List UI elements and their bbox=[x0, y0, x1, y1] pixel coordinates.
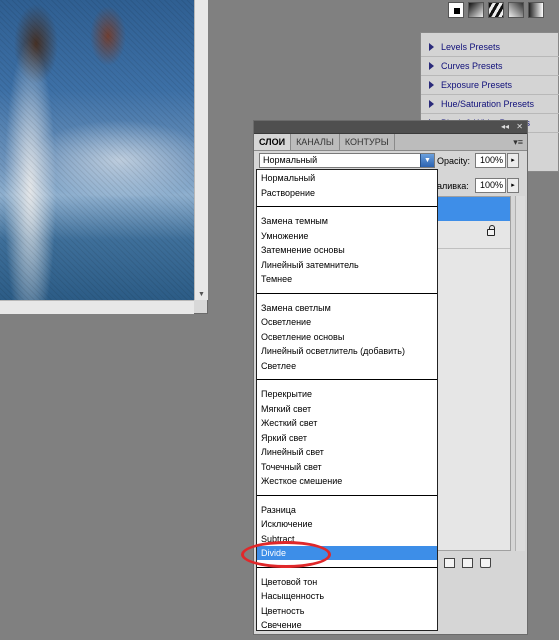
blend-mode-option[interactable]: Цветность bbox=[257, 604, 437, 618]
preset-levels[interactable]: Levels Presets bbox=[421, 37, 559, 57]
blend-mode-option[interactable]: Светлее bbox=[257, 359, 437, 373]
opacity-arrow-icon[interactable]: ▸ bbox=[507, 153, 519, 168]
blend-mode-option[interactable]: Нормальный bbox=[257, 171, 437, 185]
blend-mode-value: Нормальный bbox=[263, 155, 318, 165]
expand-triangle-icon bbox=[429, 99, 434, 108]
gradient-icon[interactable] bbox=[528, 2, 544, 18]
collapse-icon[interactable]: ◂◂ bbox=[501, 121, 509, 133]
preset-exposure[interactable]: Exposure Presets bbox=[421, 75, 559, 95]
menu-separator bbox=[257, 379, 437, 380]
vertical-scrollbar[interactable]: ▼ bbox=[194, 0, 208, 300]
blend-mode-option[interactable]: Насыщенность bbox=[257, 589, 437, 603]
tab-layers[interactable]: СЛОИ bbox=[254, 134, 292, 150]
blend-mode-option[interactable]: Осветление bbox=[257, 315, 437, 329]
blend-mode-select[interactable]: Нормальный ▼ bbox=[259, 153, 435, 168]
chevron-down-icon[interactable]: ▼ bbox=[420, 154, 434, 167]
blend-mode-option[interactable]: Темнее bbox=[257, 272, 437, 286]
trash-icon[interactable] bbox=[480, 558, 491, 568]
panel-tabs: СЛОИ КАНАЛЫ КОНТУРЫ bbox=[254, 134, 527, 151]
document-window: ▼ bbox=[0, 0, 208, 314]
gradient-stripe-icon[interactable] bbox=[488, 2, 504, 18]
expand-triangle-icon bbox=[429, 80, 434, 89]
blend-mode-option[interactable]: Жесткий свет bbox=[257, 416, 437, 430]
blend-mode-option[interactable]: Затемнение основы bbox=[257, 243, 437, 257]
tab-paths[interactable]: КОНТУРЫ bbox=[340, 134, 395, 150]
blend-mode-option[interactable]: Свечение bbox=[257, 618, 437, 632]
menu-separator bbox=[257, 206, 437, 207]
lock-icon bbox=[487, 225, 495, 236]
blend-mode-option[interactable]: Перекрытие bbox=[257, 387, 437, 401]
blend-mode-option[interactable]: Точечный свет bbox=[257, 460, 437, 474]
blend-mode-option[interactable]: Замена темным bbox=[257, 214, 437, 228]
layer-row[interactable] bbox=[438, 221, 510, 249]
blend-mode-option[interactable]: Разница bbox=[257, 503, 437, 517]
expand-triangle-icon bbox=[429, 42, 434, 51]
fill-label: аливка: bbox=[437, 181, 469, 191]
panel-title-bar[interactable]: ◂◂ ✕ bbox=[254, 121, 527, 134]
fill-arrow-icon[interactable]: ▸ bbox=[507, 178, 519, 193]
blend-mode-option[interactable]: Замена светлым bbox=[257, 301, 437, 315]
scroll-down-icon[interactable]: ▼ bbox=[198, 291, 205, 298]
gradient-icon[interactable] bbox=[508, 2, 524, 18]
canvas-image[interactable] bbox=[0, 0, 194, 300]
preset-curves[interactable]: Curves Presets bbox=[421, 56, 559, 76]
highlight-annotation bbox=[241, 541, 331, 568]
blend-mode-option[interactable]: Линейный осветлитель (добавить) bbox=[257, 344, 437, 358]
blend-mode-option[interactable]: Яркий свет bbox=[257, 431, 437, 445]
mask-icon[interactable] bbox=[448, 2, 464, 18]
opacity-field[interactable]: 100% bbox=[475, 153, 506, 168]
layers-scrollbar[interactable] bbox=[515, 196, 525, 551]
blend-mode-option[interactable]: Жесткое смешение bbox=[257, 474, 437, 488]
adjustment-icon-strip bbox=[448, 2, 544, 20]
new-layer-icon[interactable] bbox=[462, 558, 473, 568]
folder-icon[interactable] bbox=[444, 558, 455, 568]
close-icon[interactable]: ✕ bbox=[516, 121, 523, 133]
layers-footer bbox=[444, 558, 491, 568]
preset-hue-saturation[interactable]: Hue/Saturation Presets bbox=[421, 94, 559, 114]
blend-mode-option[interactable]: Цветовой тон bbox=[257, 575, 437, 589]
layer-row[interactable] bbox=[438, 197, 510, 221]
blend-mode-option[interactable]: Умножение bbox=[257, 229, 437, 243]
menu-separator bbox=[257, 494, 437, 496]
menu-separator bbox=[257, 292, 437, 294]
fill-field[interactable]: 100% bbox=[475, 178, 506, 193]
gradient-icon[interactable] bbox=[468, 2, 484, 18]
layers-list bbox=[437, 196, 511, 551]
blend-mode-option[interactable]: Осветление основы bbox=[257, 330, 437, 344]
expand-triangle-icon bbox=[429, 61, 434, 70]
tab-channels[interactable]: КАНАЛЫ bbox=[291, 134, 340, 150]
blend-mode-option[interactable]: Исключение bbox=[257, 517, 437, 531]
panel-menu-icon[interactable]: ▾≡ bbox=[513, 134, 523, 150]
blend-mode-option[interactable]: Линейный затемнитель bbox=[257, 258, 437, 272]
horizontal-scrollbar[interactable] bbox=[0, 300, 194, 314]
blend-mode-option[interactable]: Мягкий свет bbox=[257, 402, 437, 416]
opacity-label: Opacity: bbox=[437, 156, 471, 166]
blend-mode-option[interactable]: Растворение bbox=[257, 186, 437, 200]
blend-mode-option[interactable]: Линейный свет bbox=[257, 445, 437, 459]
